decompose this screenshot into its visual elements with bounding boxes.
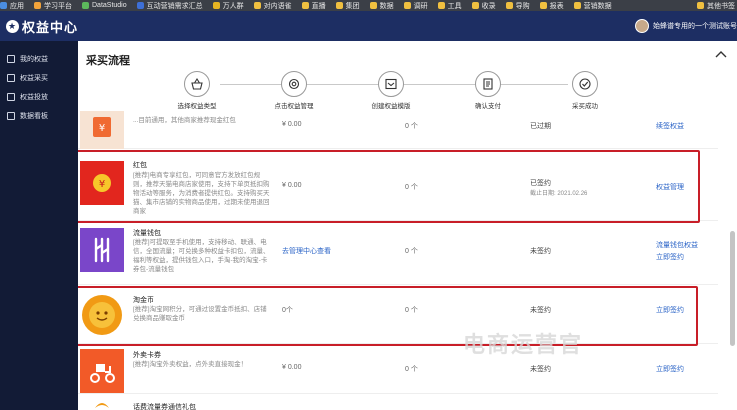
other-bookmarks[interactable]: 其他书签	[693, 0, 735, 11]
wallet-rights-link[interactable]: 流量钱包权益	[656, 240, 698, 250]
app-header: ★ 权益中心 始蜂谱专用的一个测试账号	[0, 11, 737, 41]
list-item: 外卖卡券 [推荐]淘宝外卖权益，点外卖直接现金！ ¥ 0.00 0 个 未签约 …	[78, 346, 718, 394]
takeaway-thumbnail	[80, 349, 124, 393]
list-item: 流量钱包 [推荐]可提取至手机使用，支持移动、联通、电信，全国流量；可兑换多种权…	[78, 223, 718, 285]
folder-icon	[335, 2, 343, 9]
folder-icon	[471, 2, 479, 9]
bookmark-icon	[136, 2, 144, 9]
bookmark-icon	[212, 2, 220, 9]
step-pay: 确认支付	[448, 69, 528, 110]
document-icon	[475, 71, 501, 97]
sidebar-item-purchase[interactable]: 权益采买	[0, 68, 78, 87]
main-panel: 采买流程 选择权益类型 点击权益管理 创建权益模版 确认支付 采买成功 ¥ ..…	[78, 41, 737, 410]
sidebar-item-delivery[interactable]: 权益投放	[0, 87, 78, 106]
bookmark-datastudio[interactable]: DataStudio	[82, 2, 127, 9]
rights-list: ¥ ...目前通用，其他商家推荐现金红包 ¥ 0.00 0 个 已过期 续签权益…	[78, 111, 737, 410]
template-icon	[378, 71, 404, 97]
item-name: 外卖卡券	[133, 352, 161, 359]
sign-now-link[interactable]: 立即签约	[656, 252, 684, 262]
folder-icon	[369, 2, 377, 9]
chevron-up-icon[interactable]	[715, 49, 727, 61]
star-icon: ★	[6, 19, 19, 33]
item-name: 流量钱包	[133, 230, 161, 237]
folder-icon	[253, 2, 261, 9]
bookmark-apps[interactable]: 应用	[0, 1, 24, 11]
bookmark-folder[interactable]: 收录	[471, 1, 496, 11]
bookmark-icon	[82, 2, 89, 9]
sidebar: 我的权益 权益采买 权益投放 数据看板	[0, 41, 78, 410]
check-icon	[572, 71, 598, 97]
folder-icon	[697, 2, 704, 9]
step-success: 采买成功	[545, 69, 625, 110]
item-name: 话费流量券通信礼包	[133, 404, 196, 410]
sidebar-item-my-rights[interactable]: 我的权益	[0, 49, 78, 68]
item-desc: [推荐]淘宝外卖权益，点外卖直接现金！	[133, 361, 248, 368]
user-menu[interactable]: 始蜂谱专用的一个测试账号	[635, 11, 737, 41]
bookmark-folder[interactable]: 导购	[505, 1, 530, 11]
folder-icon	[505, 2, 513, 9]
item-desc: [推荐]可提取至手机使用，支持移动、联通、电信，全国流量；可兑换多种权益卡扣包，…	[133, 239, 270, 273]
bookmark-marketing[interactable]: 互动营销需求汇总	[136, 1, 203, 11]
app-title: 权益中心	[22, 19, 79, 35]
step-manage: 点击权益管理	[254, 69, 334, 110]
highlight-box	[78, 150, 700, 223]
bookmark-folder[interactable]: 数据	[369, 1, 394, 11]
folder-icon	[301, 2, 309, 9]
bookmark-icon	[34, 2, 41, 9]
sign-now-link[interactable]: 立即签约	[656, 364, 684, 374]
svg-text:¥: ¥	[99, 123, 105, 134]
scrollbar[interactable]	[730, 231, 735, 346]
avatar	[635, 19, 649, 33]
watermark: 电商运营官	[463, 332, 584, 358]
bookmark-folder[interactable]: 调研	[403, 1, 428, 11]
bookmark-crowd[interactable]: 万人群	[212, 1, 244, 11]
gift-thumbnail	[80, 398, 124, 410]
bookmark-folder[interactable]: 对内语雀	[253, 1, 292, 11]
renew-link[interactable]: 续签权益	[656, 121, 684, 131]
coupon-thumbnail: ¥	[80, 111, 124, 149]
step-template: 创建权益模版	[351, 69, 431, 110]
cart-icon	[7, 73, 15, 82]
gear-icon	[281, 71, 307, 97]
step-select-type: 选择权益类型	[157, 69, 237, 110]
bookmark-folder[interactable]: 工具	[437, 1, 462, 11]
view-in-center-link[interactable]: 去管理中心查看	[282, 246, 331, 256]
folder-icon	[403, 2, 411, 9]
bookmark-learning[interactable]: 学习平台	[34, 1, 72, 11]
apps-icon	[0, 2, 7, 9]
chart-icon	[7, 111, 15, 120]
list-item: 话费流量券通信礼包	[78, 396, 718, 410]
sidebar-item-dashboard[interactable]: 数据看板	[0, 106, 78, 125]
highlight-box	[78, 286, 698, 346]
bookmark-folder[interactable]: 集团	[335, 1, 360, 11]
folder-icon	[437, 2, 445, 9]
app-logo[interactable]: ★ 权益中心	[0, 17, 78, 36]
folder-icon	[573, 2, 581, 9]
bookmarks-bar: 应用 学习平台 DataStudio 互动营销需求汇总 万人群 对内语雀 直播 …	[0, 0, 737, 11]
data-wallet-thumbnail	[80, 228, 124, 272]
list-item: ¥ ...目前通用，其他商家推荐现金红包 ¥ 0.00 0 个 已过期 续签权益	[78, 111, 718, 149]
grid-icon	[7, 54, 15, 63]
user-name: 始蜂谱专用的一个测试账号	[653, 23, 737, 30]
folder-icon	[539, 2, 547, 9]
page-title: 采买流程	[86, 55, 130, 67]
bookmark-folder[interactable]: 营销数据	[573, 1, 612, 11]
bookmark-folder[interactable]: 直播	[301, 1, 326, 11]
purchase-steps: 选择权益类型 点击权益管理 创建权益模版 确认支付 采买成功	[78, 69, 737, 111]
basket-icon	[184, 71, 210, 97]
bookmark-folder[interactable]: 报表	[539, 1, 564, 11]
send-icon	[7, 92, 15, 101]
